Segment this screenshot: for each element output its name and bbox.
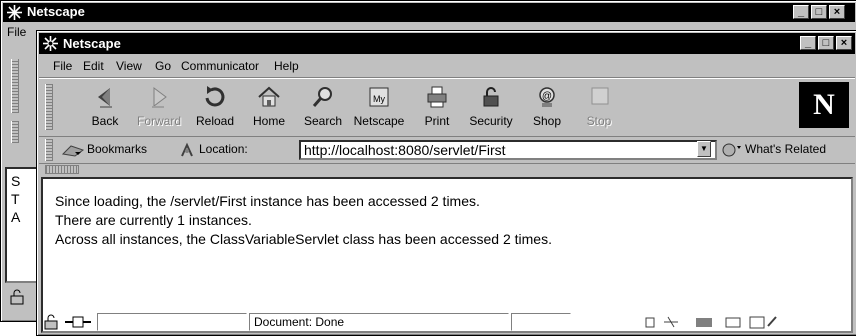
search-label: Search xyxy=(303,114,343,128)
netscape-label: Netscape xyxy=(353,114,405,128)
window-buttons: _ □ × xyxy=(800,36,852,50)
background-window-title: Netscape xyxy=(27,4,85,19)
netscape-window-icon xyxy=(43,36,58,51)
search-icon xyxy=(312,87,332,107)
collapsed-toolbar-tab[interactable] xyxy=(39,165,855,175)
status-bar: Document: Done xyxy=(39,309,855,333)
content-line: There are currently 1 instances. xyxy=(55,212,252,228)
background-toolbar-grip[interactable] xyxy=(11,59,19,113)
menu-help[interactable]: Help xyxy=(274,59,299,73)
stop-icon xyxy=(591,87,609,105)
menu-view[interactable]: View xyxy=(116,59,142,73)
bookmarks-icon[interactable] xyxy=(61,142,85,158)
browser-window: Netscape _ □ × File Edit View Go Communi… xyxy=(36,30,856,336)
background-menu-file[interactable]: File xyxy=(7,25,26,39)
location-label: Location: xyxy=(199,142,248,156)
status-spacer xyxy=(511,313,571,331)
window-title: Netscape xyxy=(63,36,121,51)
background-toolbar-grip-2[interactable] xyxy=(11,121,19,143)
background-title-bar[interactable]: Netscape _ □ × xyxy=(3,3,855,22)
stop-button[interactable]: Stop xyxy=(571,84,627,132)
maximize-button[interactable]: □ xyxy=(818,36,834,50)
location-toolbar: Bookmarks Location: http://localhost:808… xyxy=(39,137,855,164)
home-label: Home xyxy=(252,114,285,128)
reload-label: Reload xyxy=(195,114,235,128)
netscape-window-icon xyxy=(7,5,22,20)
progress-panel xyxy=(97,313,247,331)
component-bar-icon[interactable] xyxy=(639,314,789,330)
svg-text:My: My xyxy=(373,94,385,104)
navigation-toolbar: Back Forward Reload Home Search My Netsc… xyxy=(39,77,855,137)
menu-edit[interactable]: Edit xyxy=(83,59,104,73)
close-button[interactable]: × xyxy=(829,5,845,19)
back-label: Back xyxy=(91,114,119,128)
reload-button[interactable]: Reload xyxy=(187,84,243,132)
security-button[interactable]: Security xyxy=(463,84,519,132)
background-security-icon[interactable] xyxy=(9,289,27,305)
whats-related-label[interactable]: What's Related xyxy=(745,142,826,156)
menu-go[interactable]: Go xyxy=(155,59,171,73)
background-content-line: A xyxy=(11,209,21,225)
shop-button[interactable]: @ Shop xyxy=(519,84,575,132)
back-icon xyxy=(98,88,112,108)
whats-related-icon[interactable] xyxy=(721,142,743,158)
content-line: Across all instances, the ClassVariableS… xyxy=(55,231,552,247)
location-icon[interactable] xyxy=(179,142,195,158)
home-button[interactable]: Home xyxy=(241,84,297,132)
security-icon xyxy=(483,87,499,107)
minimize-button[interactable]: _ xyxy=(800,36,816,50)
stop-label: Stop xyxy=(586,114,612,128)
title-bar[interactable]: Netscape _ □ × xyxy=(39,33,855,54)
back-button[interactable]: Back xyxy=(77,84,133,132)
shop-icon: @ xyxy=(539,87,555,107)
reload-icon xyxy=(205,86,225,107)
bookmarks-label[interactable]: Bookmarks xyxy=(87,142,147,156)
toolbar-tab-handle[interactable] xyxy=(45,165,79,174)
svg-text:@: @ xyxy=(542,91,552,102)
status-text: Document: Done xyxy=(249,313,509,331)
menu-bar: File Edit View Go Communicator Help xyxy=(39,56,855,76)
minimize-button[interactable]: _ xyxy=(793,5,809,19)
forward-label: Forward xyxy=(136,114,181,128)
url-dropdown-button[interactable]: ▼ xyxy=(697,141,711,157)
background-window-buttons: _ □ × xyxy=(793,5,845,19)
shop-label: Shop xyxy=(532,114,562,128)
menu-communicator[interactable]: Communicator xyxy=(181,59,259,73)
location-grip[interactable] xyxy=(45,139,53,161)
forward-icon xyxy=(152,87,167,108)
content-line: Since loading, the /servlet/First instan… xyxy=(55,193,480,209)
connection-icon xyxy=(65,316,91,328)
forward-button[interactable]: Forward xyxy=(131,84,187,132)
maximize-button[interactable]: □ xyxy=(811,5,827,19)
home-icon xyxy=(258,86,280,107)
background-content-line: T xyxy=(11,191,20,207)
menu-file[interactable]: File xyxy=(53,59,72,73)
print-button[interactable]: Print xyxy=(409,84,465,132)
close-button[interactable]: × xyxy=(836,36,852,50)
toolbar-grip[interactable] xyxy=(45,84,53,130)
background-content-line: S xyxy=(11,173,21,189)
search-button[interactable]: Search xyxy=(295,84,351,132)
netscape-icon: My xyxy=(369,87,389,107)
netscape-logo[interactable]: N xyxy=(799,82,849,128)
security-lock-icon[interactable] xyxy=(43,314,61,330)
netscape-button[interactable]: My Netscape xyxy=(351,84,407,132)
print-label: Print xyxy=(424,114,450,128)
url-input[interactable]: http://localhost:8080/servlet/First xyxy=(299,140,717,160)
print-icon xyxy=(427,86,447,108)
security-label: Security xyxy=(469,114,513,128)
